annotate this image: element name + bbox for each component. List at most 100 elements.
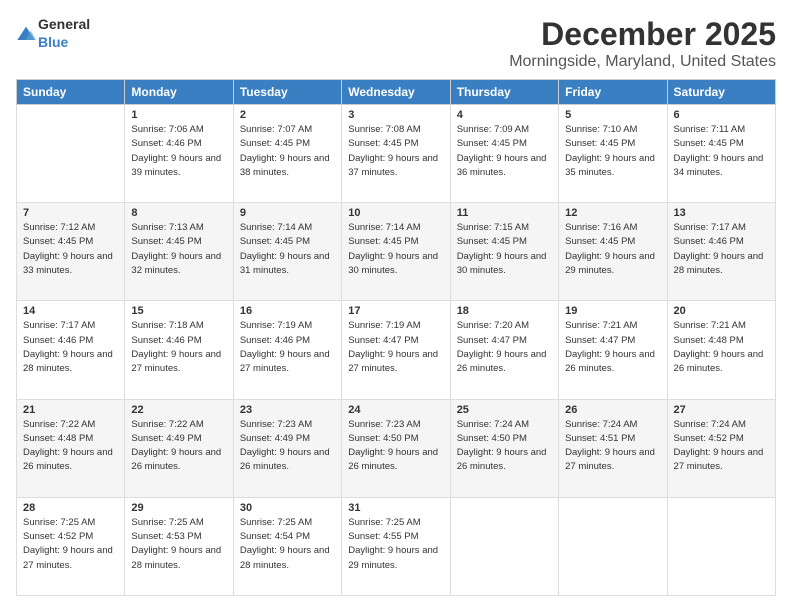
day-number: 1	[131, 109, 226, 121]
day-info: Sunrise: 7:25 AMSunset: 4:54 PMDaylight:…	[240, 516, 335, 573]
day-cell: 11 Sunrise: 7:15 AMSunset: 4:45 PMDaylig…	[450, 203, 558, 301]
day-info: Sunrise: 7:23 AMSunset: 4:49 PMDaylight:…	[240, 418, 335, 475]
day-info: Sunrise: 7:24 AMSunset: 4:52 PMDaylight:…	[674, 418, 769, 475]
weekday-header-sunday: Sunday	[17, 80, 125, 105]
day-cell: 12 Sunrise: 7:16 AMSunset: 4:45 PMDaylig…	[559, 203, 667, 301]
day-number: 31	[348, 502, 443, 514]
day-number: 6	[674, 109, 769, 121]
header: General Blue December 2025 Morningside, …	[16, 16, 776, 71]
day-info: Sunrise: 7:16 AMSunset: 4:45 PMDaylight:…	[565, 221, 660, 278]
day-info: Sunrise: 7:24 AMSunset: 4:51 PMDaylight:…	[565, 418, 660, 475]
day-number: 21	[23, 404, 118, 416]
day-info: Sunrise: 7:09 AMSunset: 4:45 PMDaylight:…	[457, 123, 552, 180]
day-cell: 20 Sunrise: 7:21 AMSunset: 4:48 PMDaylig…	[667, 301, 775, 399]
weekday-header-monday: Monday	[125, 80, 233, 105]
day-number: 25	[457, 404, 552, 416]
day-info: Sunrise: 7:20 AMSunset: 4:47 PMDaylight:…	[457, 319, 552, 376]
week-row-3: 21 Sunrise: 7:22 AMSunset: 4:48 PMDaylig…	[17, 399, 776, 497]
day-info: Sunrise: 7:18 AMSunset: 4:46 PMDaylight:…	[131, 319, 226, 376]
day-info: Sunrise: 7:25 AMSunset: 4:52 PMDaylight:…	[23, 516, 118, 573]
day-number: 27	[674, 404, 769, 416]
title-block: December 2025 Morningside, Maryland, Uni…	[509, 16, 776, 71]
day-number: 4	[457, 109, 552, 121]
day-info: Sunrise: 7:22 AMSunset: 4:49 PMDaylight:…	[131, 418, 226, 475]
day-info: Sunrise: 7:23 AMSunset: 4:50 PMDaylight:…	[348, 418, 443, 475]
page: General Blue December 2025 Morningside, …	[0, 0, 792, 612]
day-number: 8	[131, 207, 226, 219]
week-row-1: 7 Sunrise: 7:12 AMSunset: 4:45 PMDayligh…	[17, 203, 776, 301]
day-cell	[17, 105, 125, 203]
day-info: Sunrise: 7:11 AMSunset: 4:45 PMDaylight:…	[674, 123, 769, 180]
day-number: 18	[457, 305, 552, 317]
day-info: Sunrise: 7:25 AMSunset: 4:55 PMDaylight:…	[348, 516, 443, 573]
day-info: Sunrise: 7:07 AMSunset: 4:45 PMDaylight:…	[240, 123, 335, 180]
day-cell: 25 Sunrise: 7:24 AMSunset: 4:50 PMDaylig…	[450, 399, 558, 497]
day-number: 15	[131, 305, 226, 317]
week-row-4: 28 Sunrise: 7:25 AMSunset: 4:52 PMDaylig…	[17, 497, 776, 595]
week-row-2: 14 Sunrise: 7:17 AMSunset: 4:46 PMDaylig…	[17, 301, 776, 399]
day-number: 23	[240, 404, 335, 416]
location-title: Morningside, Maryland, United States	[509, 53, 776, 71]
day-cell	[667, 497, 775, 595]
day-cell: 7 Sunrise: 7:12 AMSunset: 4:45 PMDayligh…	[17, 203, 125, 301]
day-number: 11	[457, 207, 552, 219]
day-number: 5	[565, 109, 660, 121]
logo-icon	[16, 25, 36, 43]
day-cell: 31 Sunrise: 7:25 AMSunset: 4:55 PMDaylig…	[342, 497, 450, 595]
day-cell: 17 Sunrise: 7:19 AMSunset: 4:47 PMDaylig…	[342, 301, 450, 399]
day-cell	[450, 497, 558, 595]
day-number: 12	[565, 207, 660, 219]
day-number: 10	[348, 207, 443, 219]
day-number: 22	[131, 404, 226, 416]
day-number: 17	[348, 305, 443, 317]
day-info: Sunrise: 7:15 AMSunset: 4:45 PMDaylight:…	[457, 221, 552, 278]
day-number: 19	[565, 305, 660, 317]
day-cell: 28 Sunrise: 7:25 AMSunset: 4:52 PMDaylig…	[17, 497, 125, 595]
day-number: 26	[565, 404, 660, 416]
day-cell: 15 Sunrise: 7:18 AMSunset: 4:46 PMDaylig…	[125, 301, 233, 399]
day-cell: 1 Sunrise: 7:06 AMSunset: 4:46 PMDayligh…	[125, 105, 233, 203]
day-cell: 4 Sunrise: 7:09 AMSunset: 4:45 PMDayligh…	[450, 105, 558, 203]
day-number: 7	[23, 207, 118, 219]
day-info: Sunrise: 7:17 AMSunset: 4:46 PMDaylight:…	[674, 221, 769, 278]
day-number: 14	[23, 305, 118, 317]
logo-blue: Blue	[38, 34, 68, 50]
day-cell: 24 Sunrise: 7:23 AMSunset: 4:50 PMDaylig…	[342, 399, 450, 497]
day-cell: 22 Sunrise: 7:22 AMSunset: 4:49 PMDaylig…	[125, 399, 233, 497]
month-title: December 2025	[509, 16, 776, 53]
day-cell: 9 Sunrise: 7:14 AMSunset: 4:45 PMDayligh…	[233, 203, 341, 301]
weekday-header-saturday: Saturday	[667, 80, 775, 105]
day-info: Sunrise: 7:19 AMSunset: 4:47 PMDaylight:…	[348, 319, 443, 376]
day-number: 2	[240, 109, 335, 121]
day-info: Sunrise: 7:06 AMSunset: 4:46 PMDaylight:…	[131, 123, 226, 180]
day-info: Sunrise: 7:19 AMSunset: 4:46 PMDaylight:…	[240, 319, 335, 376]
day-number: 9	[240, 207, 335, 219]
day-info: Sunrise: 7:14 AMSunset: 4:45 PMDaylight:…	[348, 221, 443, 278]
day-cell: 29 Sunrise: 7:25 AMSunset: 4:53 PMDaylig…	[125, 497, 233, 595]
day-cell: 27 Sunrise: 7:24 AMSunset: 4:52 PMDaylig…	[667, 399, 775, 497]
day-cell: 13 Sunrise: 7:17 AMSunset: 4:46 PMDaylig…	[667, 203, 775, 301]
day-cell	[559, 497, 667, 595]
day-number: 30	[240, 502, 335, 514]
day-cell: 21 Sunrise: 7:22 AMSunset: 4:48 PMDaylig…	[17, 399, 125, 497]
day-cell: 14 Sunrise: 7:17 AMSunset: 4:46 PMDaylig…	[17, 301, 125, 399]
day-number: 3	[348, 109, 443, 121]
day-number: 24	[348, 404, 443, 416]
weekday-header-friday: Friday	[559, 80, 667, 105]
day-cell: 10 Sunrise: 7:14 AMSunset: 4:45 PMDaylig…	[342, 203, 450, 301]
weekday-header-row: SundayMondayTuesdayWednesdayThursdayFrid…	[17, 80, 776, 105]
weekday-header-thursday: Thursday	[450, 80, 558, 105]
logo-text: General Blue	[38, 16, 90, 52]
day-info: Sunrise: 7:22 AMSunset: 4:48 PMDaylight:…	[23, 418, 118, 475]
week-row-0: 1 Sunrise: 7:06 AMSunset: 4:46 PMDayligh…	[17, 105, 776, 203]
day-cell: 8 Sunrise: 7:13 AMSunset: 4:45 PMDayligh…	[125, 203, 233, 301]
day-cell: 23 Sunrise: 7:23 AMSunset: 4:49 PMDaylig…	[233, 399, 341, 497]
weekday-header-wednesday: Wednesday	[342, 80, 450, 105]
day-number: 20	[674, 305, 769, 317]
logo-general: General	[38, 16, 90, 32]
day-info: Sunrise: 7:13 AMSunset: 4:45 PMDaylight:…	[131, 221, 226, 278]
logo: General Blue	[16, 16, 90, 52]
weekday-header-tuesday: Tuesday	[233, 80, 341, 105]
day-info: Sunrise: 7:12 AMSunset: 4:45 PMDaylight:…	[23, 221, 118, 278]
day-cell: 2 Sunrise: 7:07 AMSunset: 4:45 PMDayligh…	[233, 105, 341, 203]
